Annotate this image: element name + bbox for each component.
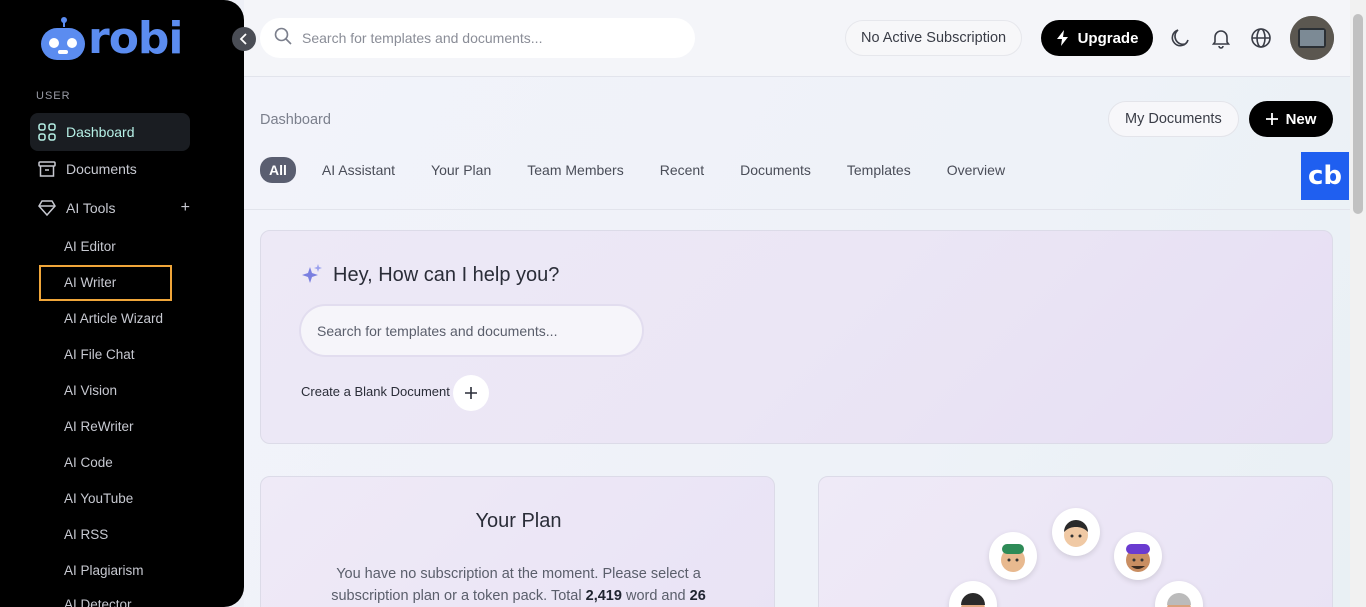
- new-label: New: [1285, 110, 1317, 128]
- create-blank-document-label[interactable]: Create a Blank Document: [301, 384, 450, 399]
- sidebar-item-ai-tools[interactable]: AI Tools +: [30, 189, 190, 227]
- sidebar: robi USER Dashboard Documents AI Tools +…: [0, 0, 244, 607]
- sidebar-subitem-ai-article-wizard[interactable]: AI Article Wizard: [64, 311, 163, 326]
- sidebar-subitem-ai-plagiarism[interactable]: AI Plagiarism: [64, 563, 144, 578]
- selection-highlight: [39, 265, 172, 301]
- section-label-user: USER: [36, 90, 71, 102]
- upgrade-label: Upgrade: [1077, 29, 1139, 47]
- archive-icon: [38, 160, 56, 178]
- globe-icon[interactable]: [1250, 27, 1272, 49]
- sidebar-subitem-ai-rss[interactable]: AI RSS: [64, 527, 108, 542]
- breadcrumb: Dashboard: [260, 112, 331, 128]
- cb-floating-badge[interactable]: cb: [1301, 152, 1349, 200]
- search-input[interactable]: Search for templates and documents...: [260, 18, 695, 58]
- sidebar-subitem-ai-detector[interactable]: AI Detector: [64, 597, 132, 607]
- plus-icon: [465, 387, 477, 399]
- search-icon: [274, 27, 292, 50]
- subscription-status[interactable]: No Active Subscription: [845, 20, 1023, 56]
- tab-templates[interactable]: Templates: [847, 162, 911, 178]
- plan-description: You have no subscription at the moment. …: [301, 563, 736, 607]
- plus-icon: [1265, 113, 1278, 125]
- sidebar-subitem-ai-editor[interactable]: AI Editor: [64, 239, 116, 254]
- page-scrollbar[interactable]: [1350, 0, 1366, 607]
- tab-documents[interactable]: Documents: [740, 162, 811, 178]
- dark-mode-moon-icon[interactable]: [1170, 27, 1192, 49]
- tab-all[interactable]: All: [260, 157, 296, 183]
- plan-text-part2: word and: [625, 588, 686, 604]
- help-title: Hey, How can I help you?: [333, 264, 560, 286]
- divider: [244, 209, 1350, 210]
- chevron-left-icon: [239, 33, 247, 45]
- user-avatar[interactable]: [1290, 16, 1334, 60]
- sidebar-collapse-button[interactable]: [232, 27, 256, 51]
- tab-your-plan[interactable]: Your Plan: [431, 162, 491, 178]
- your-plan-card: Your Plan You have no subscription at th…: [260, 476, 775, 607]
- team-avatar: [949, 581, 997, 607]
- upgrade-button[interactable]: Upgrade: [1041, 20, 1153, 56]
- create-blank-document-button[interactable]: [453, 375, 489, 411]
- diamond-icon: [38, 199, 56, 217]
- sidebar-subitem-ai-vision[interactable]: AI Vision: [64, 383, 117, 398]
- team-avatar: [1155, 581, 1203, 607]
- sidebar-subitem-ai-code[interactable]: AI Code: [64, 455, 113, 470]
- scrollbar-thumb[interactable]: [1353, 14, 1363, 214]
- sidebar-item-documents[interactable]: Documents: [30, 150, 190, 188]
- sparkle-icon: [301, 263, 323, 290]
- tab-recent[interactable]: Recent: [660, 162, 704, 178]
- ai-tools-expand-icon[interactable]: +: [181, 199, 190, 217]
- assistant-search-input[interactable]: Search for templates and documents...: [301, 306, 642, 355]
- logo[interactable]: robi: [38, 13, 184, 64]
- grid-icon: [38, 123, 56, 141]
- team-avatar: [989, 532, 1037, 580]
- sidebar-subitem-ai-file-chat[interactable]: AI File Chat: [64, 347, 135, 362]
- plan-images-count: 26: [689, 588, 706, 604]
- plan-title: Your Plan: [475, 510, 562, 532]
- tab-overview[interactable]: Overview: [947, 162, 1005, 178]
- sidebar-subitem-ai-rewriter[interactable]: AI ReWriter: [64, 419, 134, 434]
- robot-logo-icon: [38, 16, 86, 62]
- new-button[interactable]: New: [1249, 101, 1333, 137]
- sidebar-item-dashboard[interactable]: Dashboard: [30, 113, 190, 151]
- topbar: Search for templates and documents... No…: [244, 0, 1350, 77]
- ai-assistant-card: Hey, How can I help you? Search for temp…: [260, 230, 1333, 444]
- dashboard-tabs: All AI Assistant Your Plan Team Members …: [260, 157, 1041, 183]
- search-placeholder: Search for templates and documents...: [302, 30, 543, 46]
- tab-ai-assistant[interactable]: AI Assistant: [322, 162, 395, 178]
- lightning-icon: [1056, 30, 1068, 46]
- sidebar-item-label: Dashboard: [66, 124, 135, 140]
- main-content: Dashboard My Documents New cb All AI Ass…: [244, 77, 1350, 607]
- plan-words-count: 2,419: [585, 588, 622, 604]
- bell-icon[interactable]: [1210, 27, 1232, 49]
- team-members-card: [818, 476, 1333, 607]
- logo-text: robi: [88, 13, 184, 64]
- sidebar-item-label: Documents: [66, 161, 137, 177]
- sidebar-item-label: AI Tools: [66, 200, 116, 216]
- my-documents-button[interactable]: My Documents: [1108, 101, 1239, 137]
- team-avatar: [1052, 508, 1100, 556]
- sidebar-subitem-ai-youtube[interactable]: AI YouTube: [64, 491, 133, 506]
- team-avatar: [1114, 532, 1162, 580]
- tab-team-members[interactable]: Team Members: [527, 162, 623, 178]
